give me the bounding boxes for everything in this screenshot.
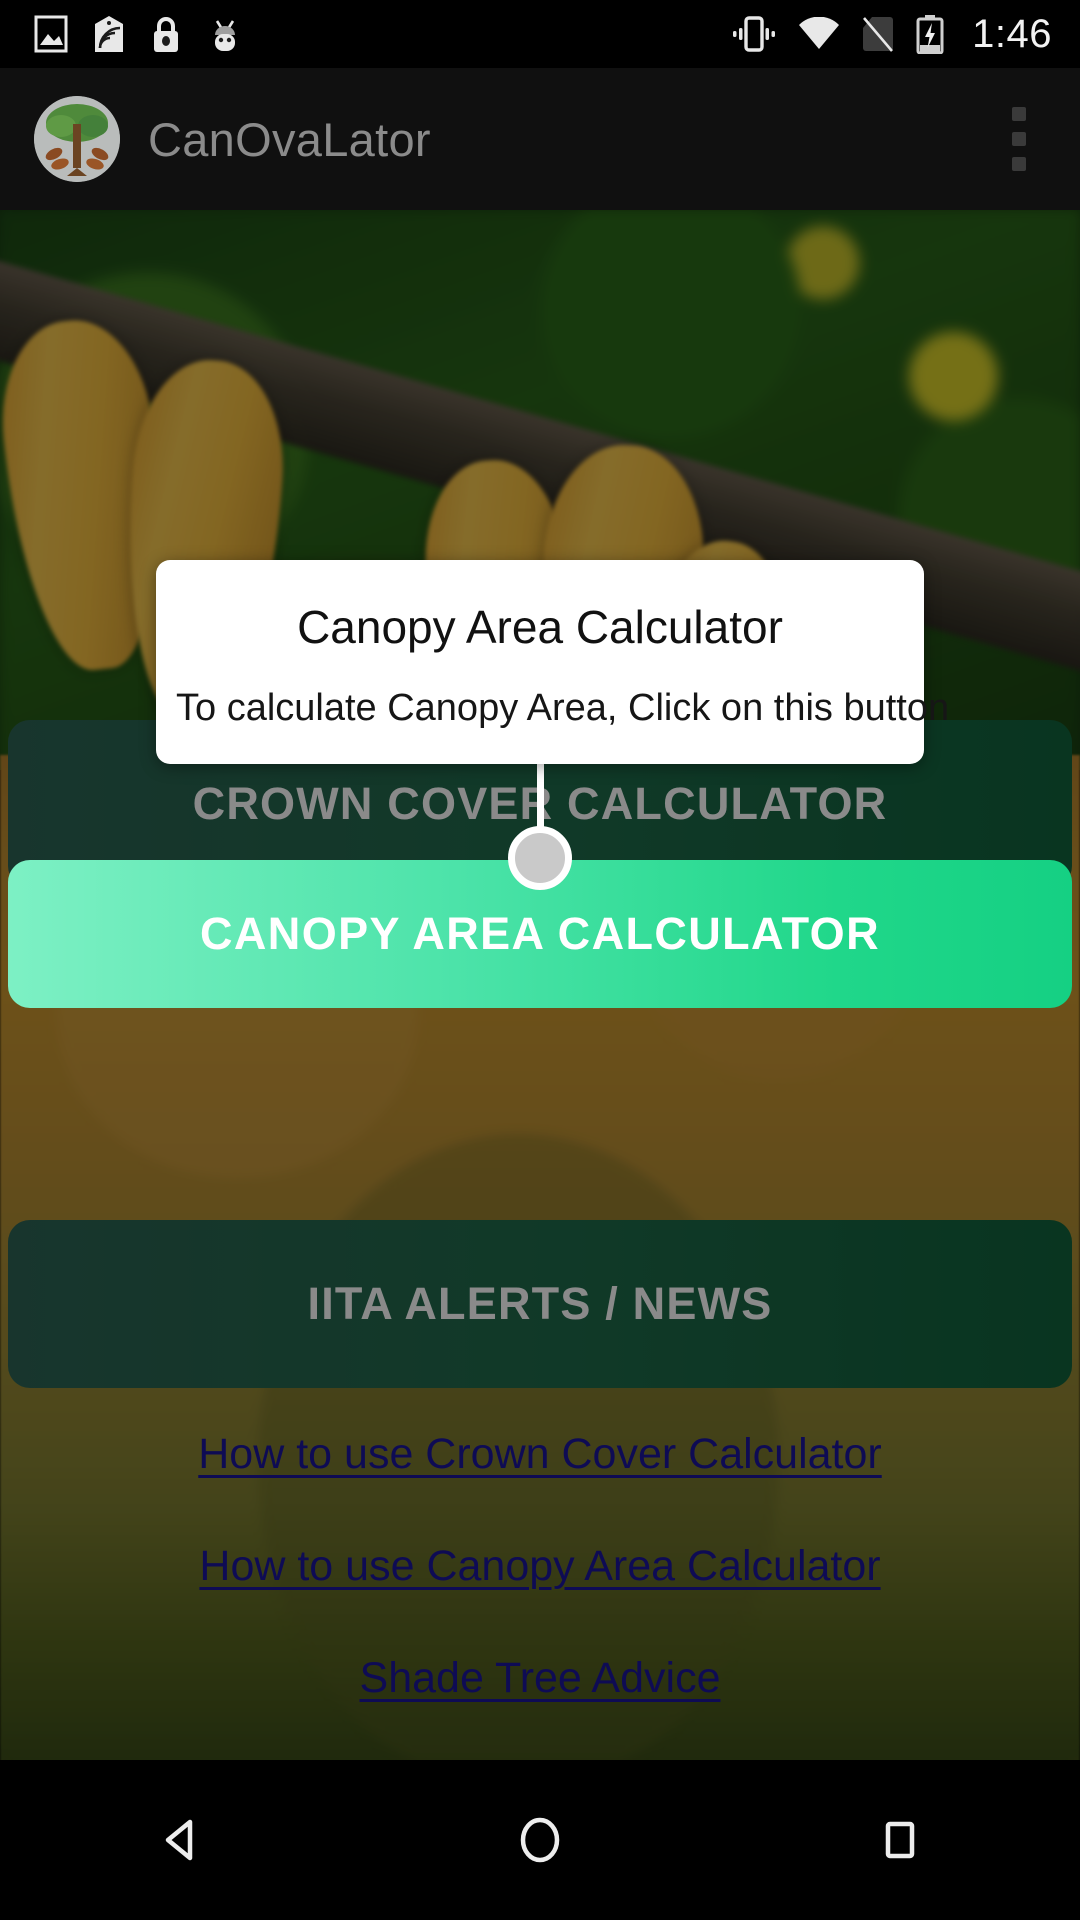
home-icon[interactable] [460,1760,620,1920]
shade-tree-advice-link[interactable]: Shade Tree Advice [0,1654,1080,1703]
links-section: How to use Crown Cover Calculator How to… [0,1430,1080,1703]
navigation-bar [0,1760,1080,1920]
back-icon[interactable] [100,1760,260,1920]
showcase-tooltip: Canopy Area Calculator To calculate Cano… [156,560,950,765]
status-clock: 1:46 [972,12,1052,56]
no-sim-icon [863,17,894,52]
vibrate-icon [733,16,776,52]
wifi-icon [799,17,840,49]
phone-screen: CROWN COVER CALCULATOR IITA ALERTS / NEW… [0,0,1080,1920]
nfc-icon [95,16,123,52]
image-icon [34,15,68,53]
status-bar: 1:46 [0,0,1080,68]
app-title: CanOvaLator [148,112,431,166]
battery-charging-icon [916,15,944,54]
status-icons-right: 1:46 [732,14,1080,54]
how-to-use-canopy-area-link[interactable]: How to use Canopy Area Calculator [0,1542,1080,1591]
how-to-use-crown-cover-link[interactable]: How to use Crown Cover Calculator [0,1430,1080,1479]
showcase-body: To calculate Canopy Area, Click on this … [176,686,950,729]
android-icon [215,20,235,51]
showcase-pointer-dot [508,826,572,890]
iita-alerts-news-button[interactable]: IITA ALERTS / NEWS [8,1220,1072,1388]
lock-icon [154,17,178,52]
overflow-menu-icon[interactable] [1002,97,1036,181]
status-icons-left [0,15,242,53]
app-bar: CanOvaLator [0,68,1080,210]
showcase-title: Canopy Area Calculator [297,601,783,653]
recents-icon[interactable] [820,1760,980,1920]
cocoa-tree-logo-icon [34,96,120,182]
